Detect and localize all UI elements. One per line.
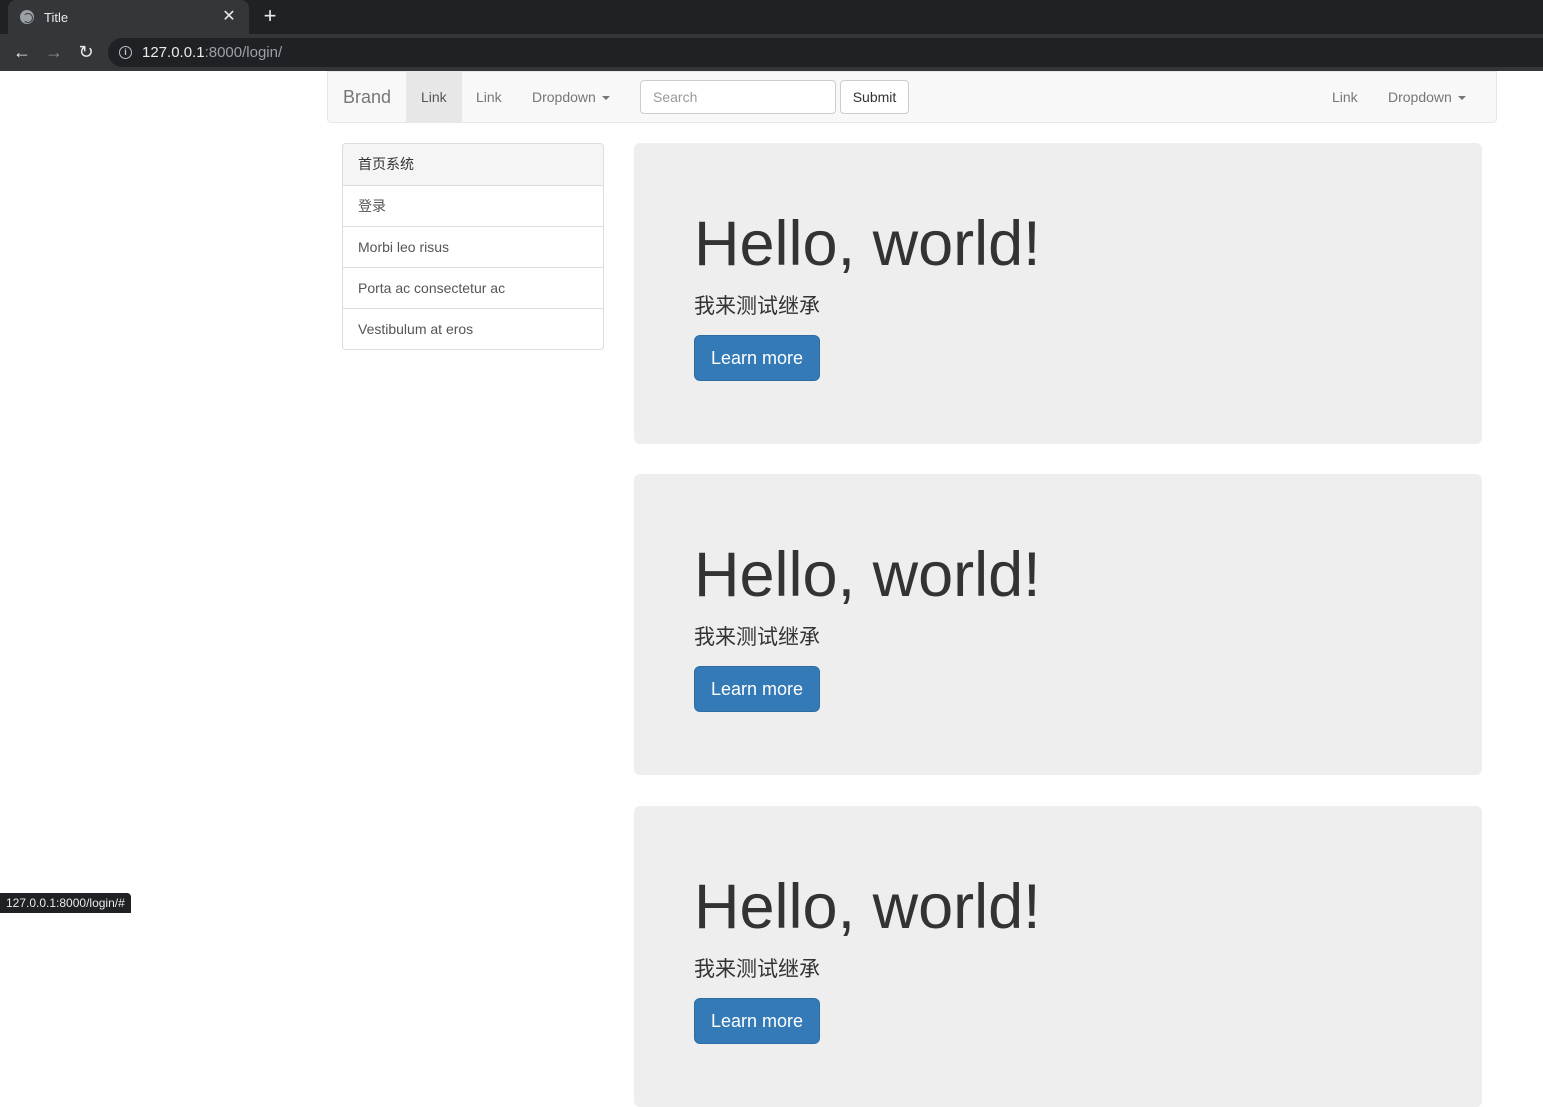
jumbotron: Hello, world! 我来测试继承 Learn more bbox=[634, 143, 1482, 444]
learn-more-button[interactable]: Learn more bbox=[694, 335, 820, 381]
url-path: :8000/login/ bbox=[204, 44, 283, 61]
search-input[interactable] bbox=[640, 80, 836, 114]
sidebar-item-login[interactable]: 登录 bbox=[343, 185, 603, 226]
sidebar-list: 首页系统 登录 Morbi leo risus Porta ac consect… bbox=[342, 143, 604, 350]
sidebar-item[interactable]: Vestibulum at eros bbox=[343, 308, 603, 349]
forward-arrow-icon[interactable]: → bbox=[42, 40, 66, 64]
status-url-bubble: 127.0.0.1:8000/login/# bbox=[0, 893, 131, 913]
nav-dropdown-label: Dropdown bbox=[1388, 89, 1452, 105]
new-tab-button[interactable]: + bbox=[258, 5, 282, 29]
nav-link[interactable]: Link bbox=[461, 72, 517, 122]
nav-dropdown-left[interactable]: Dropdown bbox=[517, 72, 625, 122]
url-host: 127.0.0.1 bbox=[142, 44, 205, 61]
jumbotron: Hello, world! 我来测试继承 Learn more bbox=[634, 474, 1482, 775]
caret-down-icon bbox=[1457, 96, 1466, 101]
jumbotron-title: Hello, world! bbox=[694, 540, 1041, 610]
nav-link-active[interactable]: Link bbox=[406, 72, 462, 122]
address-bar[interactable]: i 127.0.0.1:8000/login/ bbox=[108, 38, 1543, 67]
jumbotron-title: Hello, world! bbox=[694, 209, 1041, 279]
navbar-brand[interactable]: Brand bbox=[343, 72, 391, 122]
info-icon[interactable]: i bbox=[119, 46, 132, 59]
sidebar-item[interactable]: Porta ac consectetur ac bbox=[343, 267, 603, 308]
jumbotron-title: Hello, world! bbox=[694, 872, 1041, 942]
url-text: 127.0.0.1:8000/login/ bbox=[142, 44, 282, 61]
reload-icon[interactable]: ↻ bbox=[74, 40, 98, 64]
learn-more-button[interactable]: Learn more bbox=[694, 998, 820, 1044]
caret-down-icon bbox=[601, 96, 610, 101]
page-viewport: Brand Link Link Dropdown Submit Link Dro… bbox=[0, 71, 1543, 1107]
sidebar-item[interactable]: Morbi leo risus bbox=[343, 226, 603, 267]
nav-link-right[interactable]: Link bbox=[1317, 72, 1373, 122]
browser-tab-strip: Title ✕ + bbox=[0, 0, 1543, 34]
sidebar-item-home-system[interactable]: 首页系统 bbox=[343, 144, 603, 185]
tab-title: Title bbox=[44, 9, 69, 25]
submit-button[interactable]: Submit bbox=[840, 80, 909, 114]
nav-dropdown-label: Dropdown bbox=[532, 89, 596, 105]
learn-more-button[interactable]: Learn more bbox=[694, 666, 820, 712]
jumbotron-text: 我来测试继承 bbox=[694, 957, 820, 981]
browser-tab[interactable]: Title ✕ bbox=[8, 0, 249, 34]
navbar: Brand Link Link Dropdown Submit Link Dro… bbox=[327, 71, 1497, 123]
browser-toolbar: ← → ↻ i 127.0.0.1:8000/login/ bbox=[0, 34, 1543, 71]
close-icon[interactable]: ✕ bbox=[221, 9, 237, 25]
jumbotron-text: 我来测试继承 bbox=[694, 294, 820, 318]
jumbotron-text: 我来测试继承 bbox=[694, 625, 820, 649]
back-arrow-icon[interactable]: ← bbox=[10, 40, 34, 64]
nav-dropdown-right[interactable]: Dropdown bbox=[1373, 72, 1481, 122]
jumbotron: Hello, world! 我来测试继承 Learn more bbox=[634, 806, 1482, 1107]
globe-icon bbox=[20, 10, 34, 24]
